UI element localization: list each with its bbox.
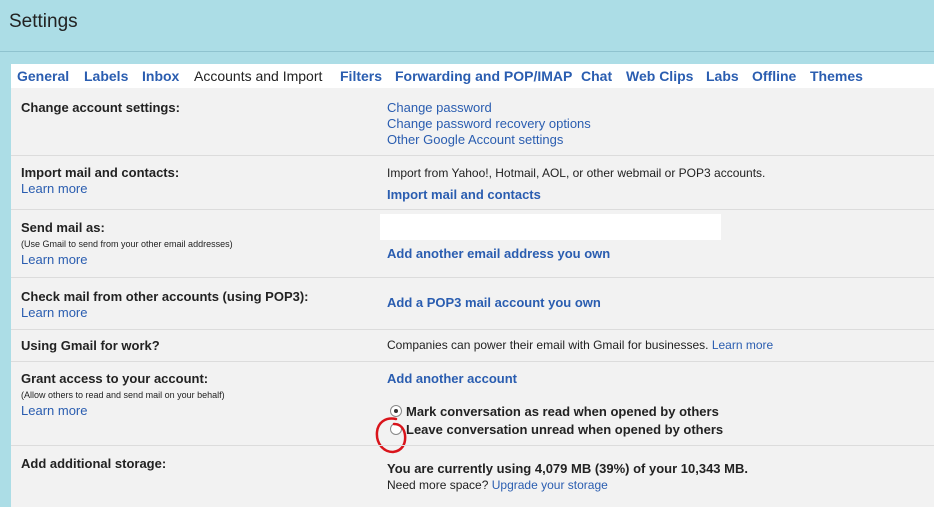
grant-access-note: (Allow others to read and send mail on y… (21, 390, 225, 400)
page-title: Settings (9, 11, 78, 32)
tab-web-clips[interactable]: Web Clips (626, 68, 693, 84)
change-password-link[interactable]: Change password (387, 100, 492, 115)
grant-access-label: Grant access to your account: (21, 371, 209, 386)
storage-need-more: Need more space? Upgrade your storage (387, 478, 608, 492)
mark-read-label: Mark conversation as read when opened by… (406, 404, 719, 419)
tab-offline[interactable]: Offline (752, 68, 796, 84)
radio-selected-dot (394, 409, 398, 413)
add-another-account-link[interactable]: Add another account (387, 371, 517, 386)
upgrade-storage-link[interactable]: Upgrade your storage (492, 478, 608, 492)
send-mail-as-note: (Use Gmail to send from your other email… (21, 239, 233, 249)
import-description: Import from Yahoo!, Hotmail, AOL, or oth… (387, 166, 766, 180)
storage-label: Add additional storage: (21, 456, 167, 471)
tab-labels[interactable]: Labels (84, 68, 128, 84)
tab-filters[interactable]: Filters (340, 68, 382, 84)
import-label: Import mail and contacts: (21, 165, 180, 180)
tab-labs[interactable]: Labs (706, 68, 739, 84)
import-learn-more-link[interactable]: Learn more (21, 181, 87, 196)
row-divider (11, 329, 934, 330)
grant-access-learn-more-link[interactable]: Learn more (21, 403, 87, 418)
tab-accounts-and-import[interactable]: Accounts and Import (194, 68, 322, 84)
tab-chat[interactable]: Chat (581, 68, 612, 84)
gmail-work-label: Using Gmail for work? (21, 338, 160, 353)
add-pop3-account-link[interactable]: Add a POP3 mail account you own (387, 295, 601, 310)
gmail-work-text: Companies can power their email with Gma… (387, 338, 709, 352)
settings-tabs: General Labels Inbox Accounts and Import… (11, 64, 934, 88)
storage-usage: You are currently using 4,079 MB (39%) o… (387, 461, 748, 476)
leave-unread-label: Leave conversation unread when opened by… (406, 422, 724, 437)
header-bar: Settings (0, 0, 934, 52)
settings-panel: General Labels Inbox Accounts and Import… (11, 64, 934, 507)
header-divider (0, 51, 934, 52)
check-mail-label: Check mail from other accounts (using PO… (21, 289, 309, 304)
send-mail-learn-more-link[interactable]: Learn more (21, 252, 87, 267)
add-email-address-link[interactable]: Add another email address you own (387, 246, 610, 261)
gmail-work-learn-more-link[interactable]: Learn more (712, 338, 773, 352)
tab-inbox[interactable]: Inbox (142, 68, 179, 84)
change-recovery-link[interactable]: Change password recovery options (387, 116, 591, 131)
row-divider (11, 277, 934, 278)
tab-themes[interactable]: Themes (810, 68, 863, 84)
check-mail-learn-more-link[interactable]: Learn more (21, 305, 87, 320)
change-account-label: Change account settings: (21, 100, 180, 115)
other-google-settings-link[interactable]: Other Google Account settings (387, 132, 563, 147)
tab-forwarding-pop-imap[interactable]: Forwarding and POP/IMAP (395, 68, 572, 84)
gmail-work-description: Companies can power their email with Gma… (387, 338, 773, 352)
row-divider (11, 209, 934, 210)
send-as-address-box (380, 214, 721, 240)
row-divider (11, 445, 934, 446)
tab-general[interactable]: General (17, 68, 69, 84)
import-mail-contacts-link[interactable]: Import mail and contacts (387, 187, 541, 202)
row-divider (11, 361, 934, 362)
red-circle-annotation (375, 417, 407, 454)
send-mail-as-label: Send mail as: (21, 220, 105, 235)
need-more-text: Need more space? (387, 478, 489, 492)
row-divider (11, 155, 934, 156)
